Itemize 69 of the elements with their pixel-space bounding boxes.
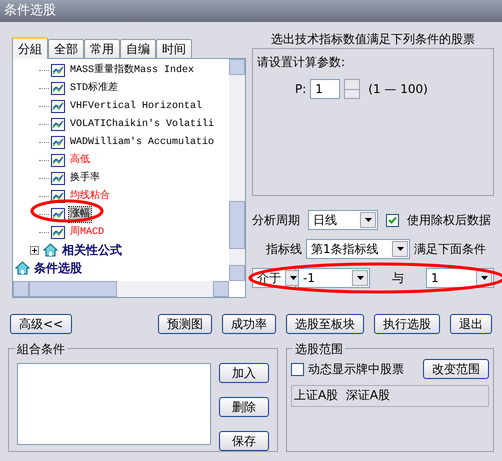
change-scope-button[interactable]: 改变范围 — [423, 359, 489, 379]
joiner-text: 与 — [392, 270, 404, 287]
tab[interactable]: 分組 — [12, 37, 48, 59]
tree-item[interactable]: 高低 — [69, 152, 91, 168]
period-label: 分析周期 — [252, 212, 300, 229]
period-select[interactable]: 日线 — [308, 210, 378, 230]
group-title: 組合条件 — [15, 340, 67, 358]
chart-line-icon — [51, 154, 65, 166]
param-label: P: — [295, 81, 306, 98]
caret-icon — [356, 276, 364, 280]
tree-item[interactable]: 均线粘合 — [69, 188, 111, 204]
tab[interactable]: 自编 — [120, 39, 156, 58]
vertical-scrollbar[interactable] — [229, 59, 245, 281]
dropdown-arrow-button[interactable] — [392, 241, 408, 257]
house-icon — [15, 261, 30, 275]
chart-line-icon — [51, 64, 65, 76]
condition-list[interactable] — [17, 363, 211, 445]
tree-group-label[interactable]: 相关性公式 — [62, 241, 122, 259]
action-button[interactable]: 成功率 — [222, 314, 276, 334]
combo-button[interactable]: 删除 — [219, 397, 269, 417]
tree-item[interactable]: VOLATIChaikin's Volatili — [69, 116, 216, 132]
window-title: 条件选股 — [4, 2, 56, 20]
tree-item[interactable]: 周MACD — [69, 224, 106, 240]
action-button[interactable]: 高级<< — [10, 314, 72, 334]
tab[interactable]: 常用 — [84, 39, 120, 58]
chart-line-icon — [51, 118, 65, 130]
market-list: 上证A股 深证A股 — [291, 385, 489, 407]
chart-line-icon — [51, 136, 65, 148]
tree-item[interactable]: MASS重量指数Mass Index — [69, 62, 196, 78]
group-title: 选股范围 — [293, 340, 345, 358]
house-icon — [43, 243, 58, 257]
checkbox-label: 动态显示牌中股票 — [308, 361, 404, 378]
low-value-select[interactable]: -1 — [298, 268, 370, 288]
combo-button[interactable]: 保存 — [219, 431, 269, 451]
checkbox[interactable] — [386, 214, 399, 226]
dropdown-arrow-button[interactable] — [360, 212, 376, 228]
caret-icon — [396, 247, 404, 251]
action-button[interactable]: 预测图 — [158, 314, 212, 334]
tab[interactable]: 时间 — [156, 39, 192, 58]
tab[interactable]: 全部 — [48, 39, 84, 58]
tree-item[interactable]: VHFVertical Horizontal — [69, 98, 204, 114]
tree-item[interactable]: 换手率 — [69, 170, 101, 186]
chart-line-icon — [51, 82, 65, 94]
chart-line-icon — [51, 172, 65, 184]
chart-line-icon — [51, 100, 65, 112]
indicator-suffix: 满足下面条件 — [414, 241, 486, 258]
action-button[interactable]: 退出 — [450, 314, 492, 334]
param-input[interactable]: 1 — [310, 79, 340, 99]
caret-icon — [290, 276, 296, 280]
chart-line-icon — [51, 226, 65, 238]
action-button[interactable]: 选股至板块 — [286, 314, 364, 334]
caret-icon — [364, 218, 372, 222]
horizontal-scrollbar[interactable] — [13, 281, 229, 297]
indicator-label: 指标线 — [266, 241, 302, 258]
param-range: (1 — 100) — [368, 81, 428, 98]
checkbox-label: 使用除权后数据 — [407, 212, 491, 229]
tree-item[interactable]: STD标准差 — [69, 80, 120, 96]
tree-root-label[interactable]: 条件选股 — [34, 259, 82, 277]
params-title: 请设置计算参数: — [257, 54, 346, 71]
tree-item[interactable]: WADWilliam's Accumulatio — [69, 134, 216, 150]
expand-toggle[interactable] — [30, 246, 39, 254]
indicator-select[interactable]: 第1条指标线 — [306, 239, 410, 259]
chart-line-icon — [51, 208, 65, 220]
action-button[interactable]: 执行选股 — [374, 314, 440, 334]
checkbox[interactable] — [291, 362, 304, 376]
caret-icon — [480, 276, 488, 280]
combo-button[interactable]: 加入 — [219, 363, 269, 383]
description-text: 选出技术指标数值满足下列条件的股票 — [270, 31, 476, 46]
dropdown-arrow-button[interactable] — [352, 270, 368, 286]
